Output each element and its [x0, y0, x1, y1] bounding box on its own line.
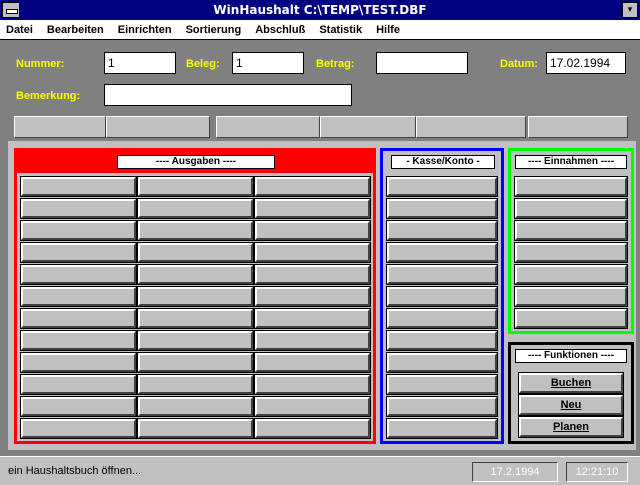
ausgaben-category-button[interactable]: [20, 418, 137, 439]
ausgaben-category-button[interactable]: [137, 264, 254, 285]
kasse-category-button[interactable]: [386, 242, 498, 263]
menu-hilfe[interactable]: Hilfe: [376, 24, 400, 36]
ausgaben-category-button[interactable]: [254, 264, 371, 285]
kasse-category-button[interactable]: [386, 198, 498, 219]
kasse-category-button[interactable]: [386, 286, 498, 307]
ausgaben-category-button[interactable]: [254, 308, 371, 329]
ausgaben-category-button[interactable]: [20, 352, 137, 373]
info-segment: [106, 116, 210, 138]
kasse-category-button[interactable]: [386, 418, 498, 439]
info-segment: [216, 116, 320, 138]
ausgaben-category-button[interactable]: [137, 286, 254, 307]
info-segment: [320, 116, 416, 138]
menu-sortierung[interactable]: Sortierung: [186, 24, 242, 36]
window-title: WinHaushalt C:\TEMP\TEST.DBF: [213, 3, 427, 17]
ausgaben-category-button[interactable]: [254, 396, 371, 417]
entry-form: Nummer: 1 Beleg: 1 Betrag: Datum: 17.02.…: [0, 41, 640, 113]
title-bar: WinHaushalt C:\TEMP\TEST.DBF ▾: [0, 0, 640, 20]
einnahmen-panel: ---- Einnahmen ----: [508, 148, 634, 334]
menu-einrichten[interactable]: Einrichten: [118, 24, 172, 36]
betrag-field[interactable]: [376, 52, 468, 74]
kasse-title: - Kasse/Konto -: [391, 155, 495, 169]
status-bar: ein Haushaltsbuch öffnen... 17.2.1994 12…: [0, 456, 640, 485]
bemerkung-label: Bemerkung:: [16, 90, 81, 102]
kasse-category-button[interactable]: [386, 396, 498, 417]
bemerkung-field[interactable]: [104, 84, 352, 106]
menu-bearbeiten[interactable]: Bearbeiten: [47, 24, 104, 36]
kasse-category-button[interactable]: [386, 308, 498, 329]
menu-abschluss[interactable]: Abschluß: [255, 24, 305, 36]
einnahmen-category-button[interactable]: [514, 242, 628, 263]
ausgaben-category-button[interactable]: [137, 352, 254, 373]
kasse-category-button[interactable]: [386, 330, 498, 351]
datum-field[interactable]: 17.02.1994: [546, 52, 626, 74]
ausgaben-category-button[interactable]: [20, 286, 137, 307]
ausgaben-category-button[interactable]: [137, 330, 254, 351]
ausgaben-category-button[interactable]: [20, 264, 137, 285]
ausgaben-category-button[interactable]: [254, 352, 371, 373]
ausgaben-title: ---- Ausgaben ----: [117, 155, 275, 169]
einnahmen-category-button[interactable]: [514, 286, 628, 307]
status-date: 17.2.1994: [472, 462, 558, 482]
ausgaben-category-button[interactable]: [137, 374, 254, 395]
ausgaben-category-button[interactable]: [20, 374, 137, 395]
menu-statistik[interactable]: Statistik: [319, 24, 362, 36]
ausgaben-category-button[interactable]: [254, 374, 371, 395]
ausgaben-category-button[interactable]: [137, 176, 254, 197]
info-segment: [14, 116, 106, 138]
einnahmen-category-button[interactable]: [514, 220, 628, 241]
ausgaben-category-button[interactable]: [137, 198, 254, 219]
ausgaben-category-button[interactable]: [254, 198, 371, 219]
einnahmen-category-button[interactable]: [514, 264, 628, 285]
einnahmen-category-button[interactable]: [514, 198, 628, 219]
funktionen-title: ---- Funktionen ----: [515, 349, 627, 363]
ausgaben-category-button[interactable]: [137, 396, 254, 417]
buchen-button[interactable]: Buchen: [518, 372, 624, 394]
betrag-label: Betrag:: [316, 58, 355, 70]
nummer-field[interactable]: 1: [104, 52, 176, 74]
menu-bar: Datei Bearbeiten Einrichten Sortierung A…: [0, 20, 640, 40]
info-segment: [416, 116, 526, 138]
kasse-panel: - Kasse/Konto -: [380, 148, 504, 444]
ausgaben-category-button[interactable]: [137, 242, 254, 263]
kasse-category-button[interactable]: [386, 176, 498, 197]
ausgaben-panel: ---- Ausgaben ----: [14, 148, 376, 444]
status-message: ein Haushaltsbuch öffnen...: [8, 465, 142, 477]
ausgaben-category-button[interactable]: [20, 176, 137, 197]
ausgaben-category-button[interactable]: [137, 418, 254, 439]
neu-button[interactable]: Neu: [518, 394, 624, 416]
ausgaben-category-button[interactable]: [254, 176, 371, 197]
status-time: 12:21:10: [566, 462, 628, 482]
beleg-field[interactable]: 1: [232, 52, 304, 74]
ausgaben-category-button[interactable]: [137, 308, 254, 329]
kasse-category-button[interactable]: [386, 220, 498, 241]
ausgaben-category-button[interactable]: [254, 330, 371, 351]
nummer-label: Nummer:: [16, 58, 65, 70]
einnahmen-title: ---- Einnahmen ----: [515, 155, 627, 169]
info-segment: [528, 116, 628, 138]
beleg-label: Beleg:: [186, 58, 220, 70]
ausgaben-category-button[interactable]: [254, 418, 371, 439]
ausgaben-category-button[interactable]: [20, 308, 137, 329]
ausgaben-category-button[interactable]: [20, 198, 137, 219]
ausgaben-category-button[interactable]: [20, 396, 137, 417]
datum-label: Datum:: [500, 58, 538, 70]
minimize-icon[interactable]: ▾: [622, 2, 638, 18]
kasse-category-button[interactable]: [386, 264, 498, 285]
ausgaben-category-button[interactable]: [254, 242, 371, 263]
planen-button[interactable]: Planen: [518, 416, 624, 438]
kasse-category-button[interactable]: [386, 374, 498, 395]
ausgaben-category-button[interactable]: [20, 330, 137, 351]
menu-datei[interactable]: Datei: [6, 24, 33, 36]
einnahmen-category-button[interactable]: [514, 176, 628, 197]
ausgaben-category-button[interactable]: [20, 242, 137, 263]
funktionen-panel: ---- Funktionen ---- Buchen Neu Planen: [508, 342, 634, 444]
kasse-category-button[interactable]: [386, 352, 498, 373]
einnahmen-category-button[interactable]: [514, 308, 628, 329]
ausgaben-category-button[interactable]: [254, 286, 371, 307]
ausgaben-category-button[interactable]: [20, 220, 137, 241]
ausgaben-category-button[interactable]: [254, 220, 371, 241]
ausgaben-category-button[interactable]: [137, 220, 254, 241]
